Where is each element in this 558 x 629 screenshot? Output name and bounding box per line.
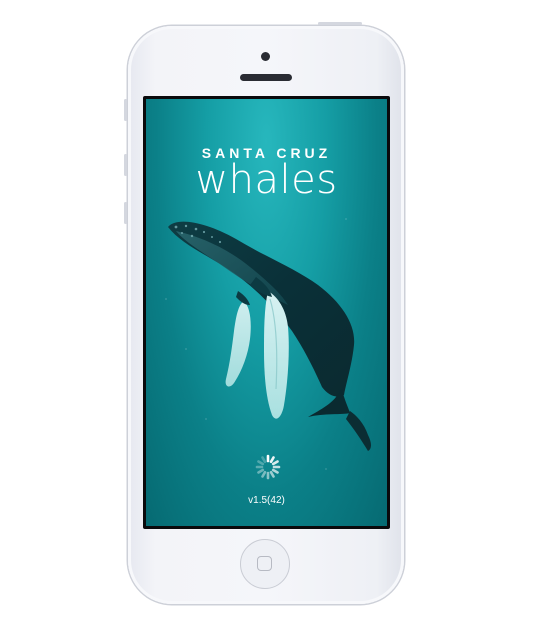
home-button-icon <box>257 556 272 571</box>
mute-switch <box>124 99 127 121</box>
phone-screen: SANTA CRUZ whales v1.5(42) <box>143 96 390 529</box>
home-button[interactable] <box>240 539 290 589</box>
stage: SANTA CRUZ whales v1.5(42) <box>0 0 558 629</box>
version-label: v1.5(42) <box>248 495 285 506</box>
volume-down-button <box>124 202 127 224</box>
power-button <box>318 22 362 25</box>
brand-title: whales <box>195 157 338 203</box>
splash-screen: SANTA CRUZ whales v1.5(42) <box>146 99 387 526</box>
loading-spinner-icon <box>255 454 281 480</box>
earpiece-speaker <box>240 74 292 81</box>
volume-up-button <box>124 154 127 176</box>
front-camera <box>261 52 270 61</box>
